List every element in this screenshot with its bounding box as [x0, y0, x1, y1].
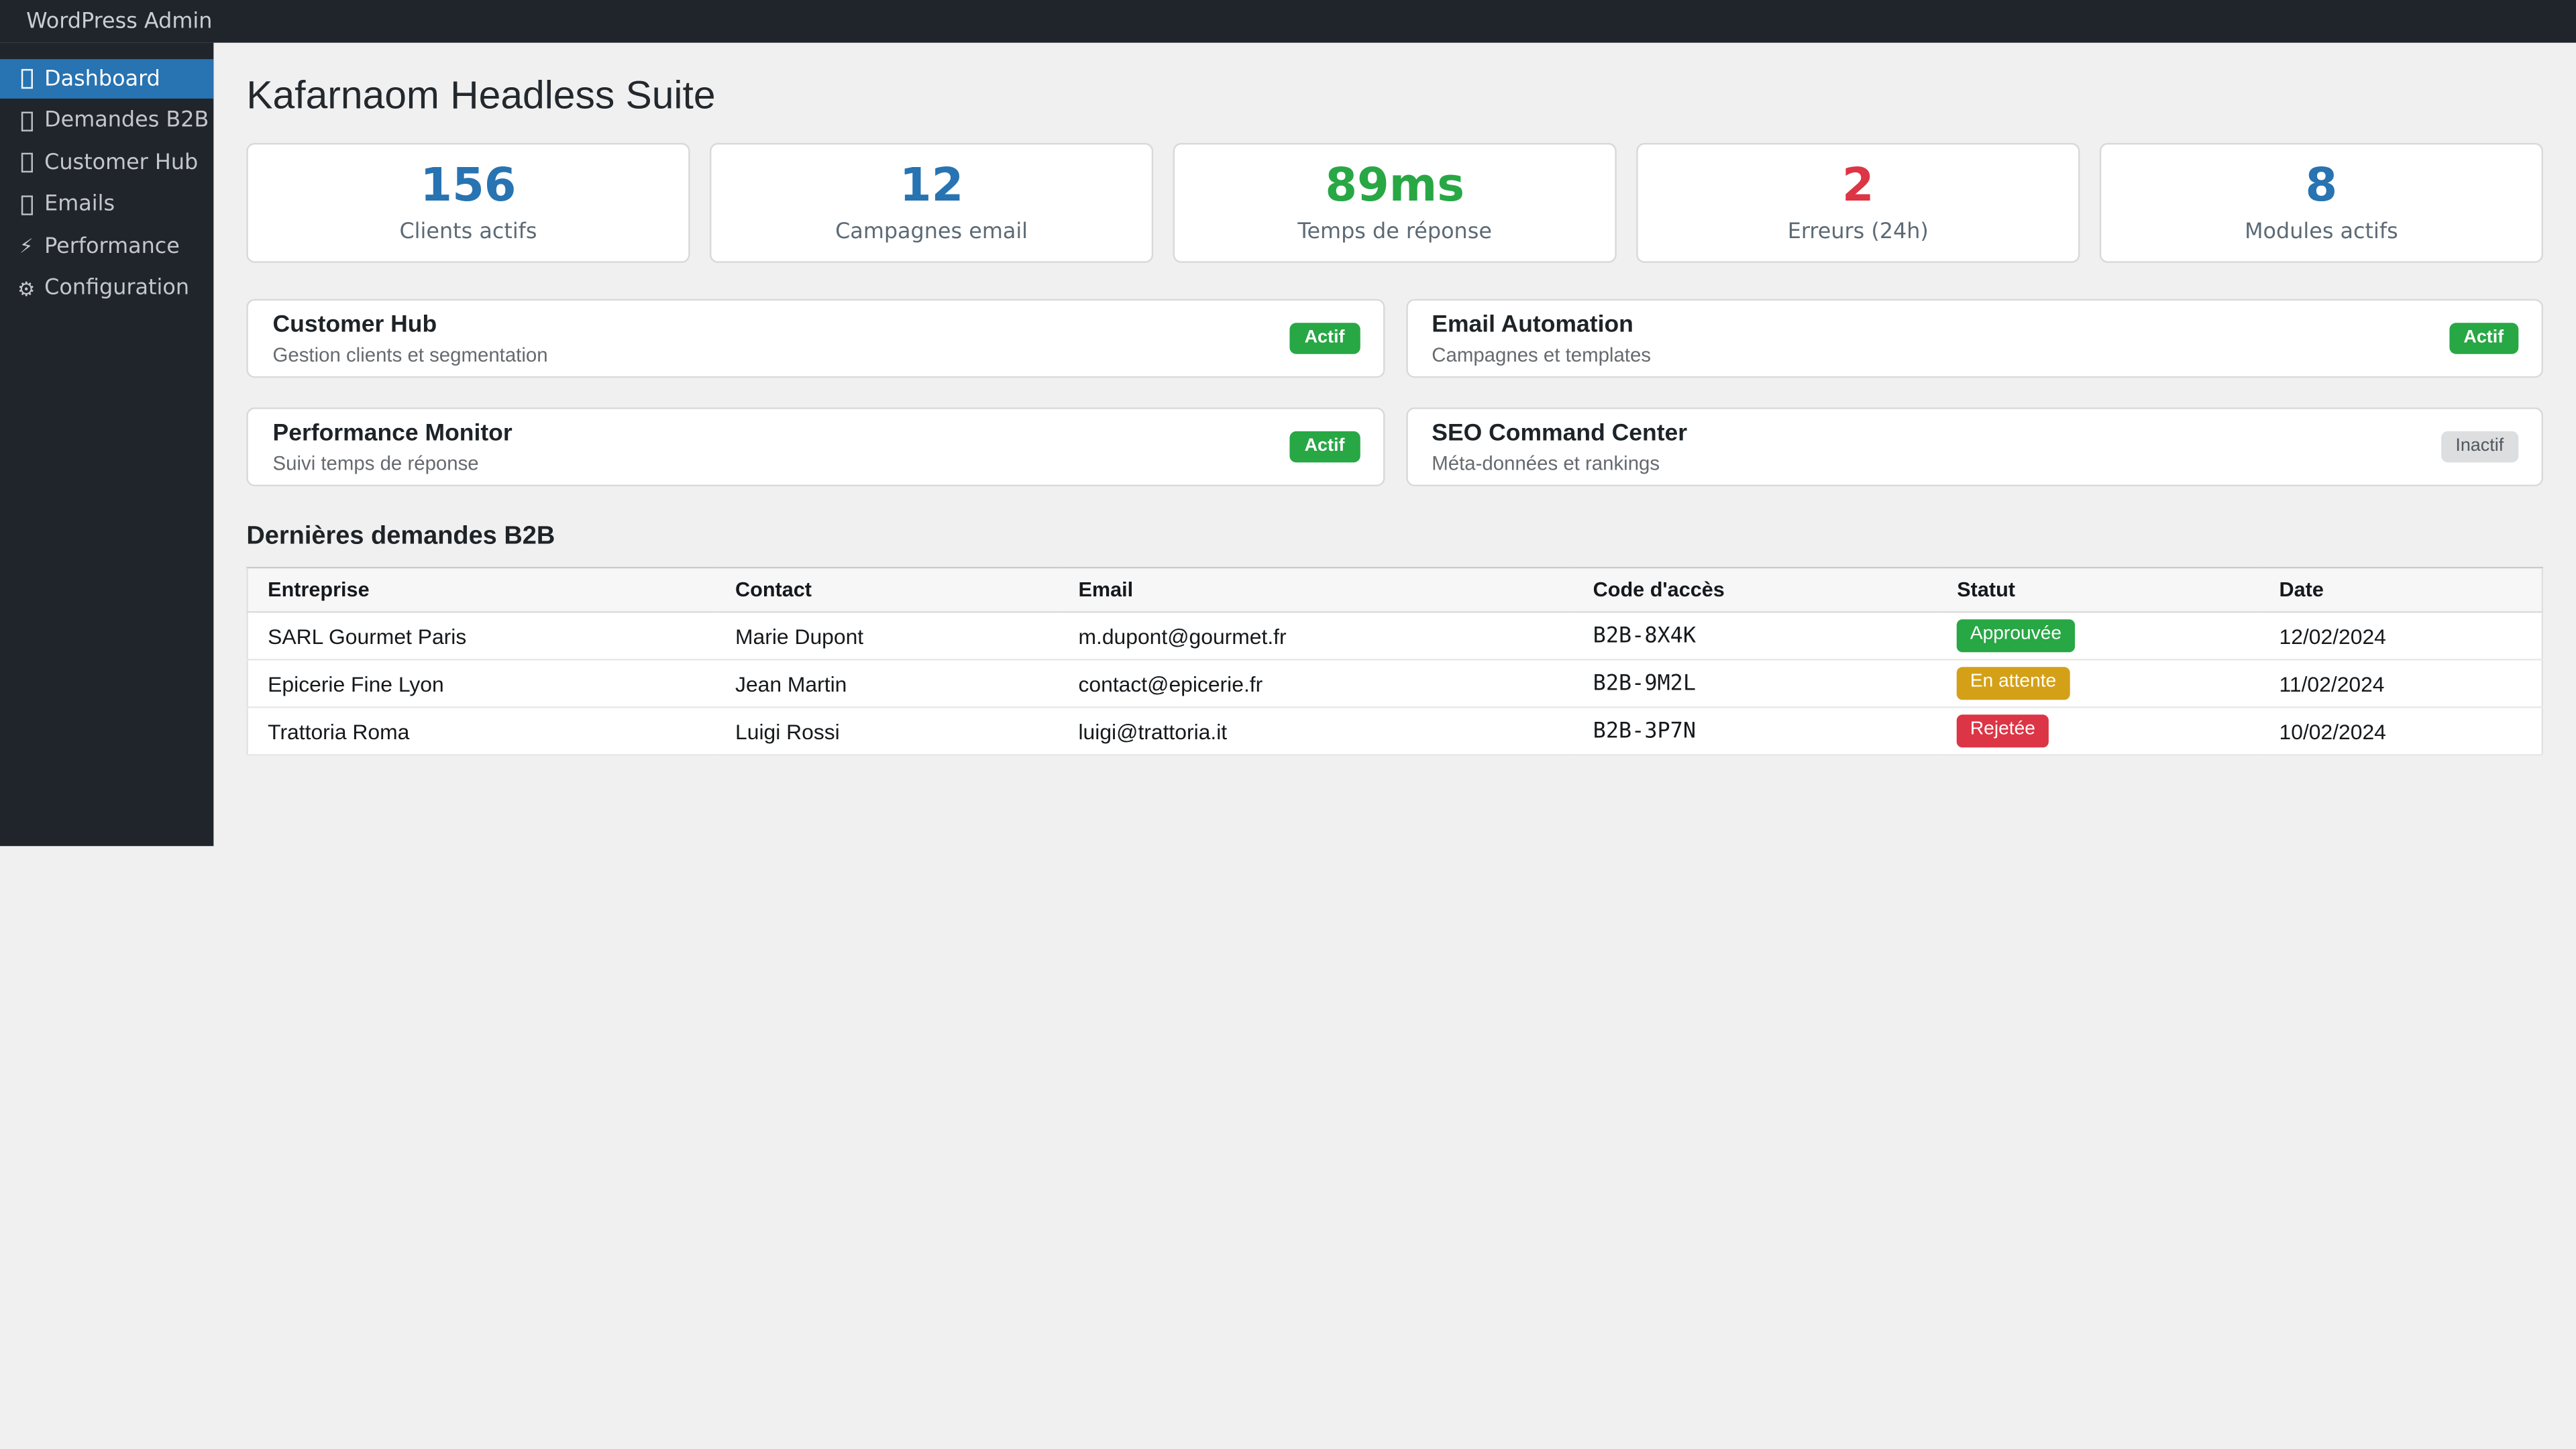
b2b-section-title: Dernières demandes B2B	[246, 523, 2543, 552]
sidebar-item-demandes-b2b[interactable]: Demandes B2B	[0, 101, 213, 141]
sidebar-item-label: Emails	[44, 193, 115, 217]
cell-date: 12/02/2024	[2259, 612, 2542, 659]
module-card-seo-command-center[interactable]: SEO Command Center Méta-données et ranki…	[1405, 407, 2543, 486]
module-description: Méta-données et rankings	[1432, 451, 2517, 474]
cell-email: m.dupont@gourmet.fr	[1059, 612, 1573, 659]
demandes-b2b-icon	[16, 111, 36, 130]
column-header-statut: Statut	[1937, 568, 2259, 612]
dashboard-icon	[16, 69, 36, 89]
status-badge-rejected: Rejetée	[1957, 715, 2048, 747]
performance-lightning-icon: ⚡	[16, 237, 36, 256]
b2b-table: Entreprise Contact Email Code d'accès St…	[246, 567, 2543, 756]
stat-value: 89ms	[1325, 162, 1464, 208]
column-header-contact: Contact	[716, 568, 1059, 612]
modules-grid: Customer Hub Gestion clients et segmenta…	[246, 299, 2543, 486]
cell-statut: Rejetée	[1937, 707, 2259, 755]
stat-label: Modules actifs	[2245, 219, 2398, 244]
cell-date: 11/02/2024	[2259, 659, 2542, 707]
cell-email: contact@epicerie.fr	[1059, 659, 1573, 707]
module-description: Suivi temps de réponse	[273, 451, 1358, 474]
stat-card-modules-actifs: 8 Modules actifs	[2100, 143, 2543, 263]
cell-statut: En attente	[1937, 659, 2259, 707]
status-badge-pending: En attente	[1957, 667, 2070, 700]
configuration-gear-icon: ⚙	[16, 278, 36, 298]
cell-contact: Luigi Rossi	[716, 707, 1059, 755]
status-badge: Actif	[1290, 323, 1360, 354]
module-card-email-automation[interactable]: Email Automation Campagnes et templates …	[1405, 299, 2543, 378]
sidebar-item-label: Customer Hub	[44, 150, 198, 175]
status-badge: Actif	[1290, 431, 1360, 463]
column-header-email: Email	[1059, 568, 1573, 612]
cell-statut: Approuvée	[1937, 612, 2259, 659]
module-description: Campagnes et templates	[1432, 343, 2517, 366]
sidebar-item-emails[interactable]: Emails	[0, 185, 213, 225]
stat-value: 12	[900, 162, 963, 208]
status-badge-approved: Approuvée	[1957, 620, 2074, 652]
table-row: SARL Gourmet Paris Marie Dupont m.dupont…	[248, 612, 2542, 659]
stat-value: 2	[1842, 162, 1874, 208]
sidebar: Dashboard Demandes B2B Customer Hub Emai…	[0, 43, 213, 847]
topbar: WordPress Admin	[0, 0, 2576, 43]
sidebar-item-label: Dashboard	[44, 66, 160, 91]
sidebar-item-label: Demandes B2B	[44, 109, 209, 133]
stat-value: 156	[420, 162, 516, 208]
column-header-code-acces: Code d'accès	[1573, 568, 1937, 612]
sidebar-menu: Dashboard Demandes B2B Customer Hub Emai…	[0, 43, 213, 309]
module-card-customer-hub[interactable]: Customer Hub Gestion clients et segmenta…	[246, 299, 1384, 378]
cell-contact: Marie Dupont	[716, 612, 1059, 659]
sidebar-item-configuration[interactable]: ⚙ Configuration	[0, 268, 213, 308]
column-header-date: Date	[2259, 568, 2542, 612]
table-header-row: Entreprise Contact Email Code d'accès St…	[248, 568, 2542, 612]
column-header-entreprise: Entreprise	[248, 568, 716, 612]
table-row: Epicerie Fine Lyon Jean Martin contact@e…	[248, 659, 2542, 707]
sidebar-item-label: Performance	[44, 234, 180, 259]
stat-card-erreurs-24h: 2 Erreurs (24h)	[1636, 143, 2080, 263]
cell-email: luigi@trattoria.it	[1059, 707, 1573, 755]
cell-entreprise: Trattoria Roma	[248, 707, 716, 755]
stats-row: 156 Clients actifs 12 Campagnes email 89…	[246, 143, 2543, 263]
stat-label: Campagnes email	[835, 219, 1028, 244]
screen: WordPress Admin Dashboard Demandes B2B C…	[0, 0, 2576, 1449]
cell-contact: Jean Martin	[716, 659, 1059, 707]
stat-label: Erreurs (24h)	[1788, 219, 1929, 244]
stat-card-temps-reponse: 89ms Temps de réponse	[1173, 143, 1617, 263]
status-badge: Actif	[2449, 323, 2518, 354]
stat-card-clients-actifs: 156 Clients actifs	[246, 143, 690, 263]
emails-icon	[16, 195, 36, 214]
stat-card-campagnes-email: 12 Campagnes email	[710, 143, 1153, 263]
status-badge: Inactif	[2440, 431, 2518, 463]
module-description: Gestion clients et segmentation	[273, 343, 1358, 366]
module-name: Email Automation	[1432, 311, 2517, 339]
cell-date: 10/02/2024	[2259, 707, 2542, 755]
cell-code: B2B-8X4K	[1573, 612, 1937, 659]
customer-hub-icon	[16, 153, 36, 172]
stat-value: 8	[2306, 162, 2338, 208]
sidebar-item-dashboard[interactable]: Dashboard	[0, 59, 213, 99]
table-row: Trattoria Roma Luigi Rossi luigi@trattor…	[248, 707, 2542, 755]
page-title: Kafarnaom Headless Suite	[246, 74, 2543, 120]
sidebar-item-label: Configuration	[44, 276, 189, 301]
topbar-title: WordPress Admin	[0, 9, 212, 34]
main-content: Kafarnaom Headless Suite 156 Clients act…	[213, 43, 2576, 1449]
sidebar-item-customer-hub[interactable]: Customer Hub	[0, 143, 213, 182]
module-name: Customer Hub	[273, 311, 1358, 339]
stat-label: Temps de réponse	[1297, 219, 1492, 244]
module-name: SEO Command Center	[1432, 420, 2517, 448]
stat-label: Clients actifs	[399, 219, 537, 244]
sidebar-item-performance[interactable]: ⚡ Performance	[0, 227, 213, 266]
cell-code: B2B-9M2L	[1573, 659, 1937, 707]
module-name: Performance Monitor	[273, 420, 1358, 448]
module-card-performance-monitor[interactable]: Performance Monitor Suivi temps de répon…	[246, 407, 1384, 486]
cell-entreprise: Epicerie Fine Lyon	[248, 659, 716, 707]
cell-entreprise: SARL Gourmet Paris	[248, 612, 716, 659]
cell-code: B2B-3P7N	[1573, 707, 1937, 755]
